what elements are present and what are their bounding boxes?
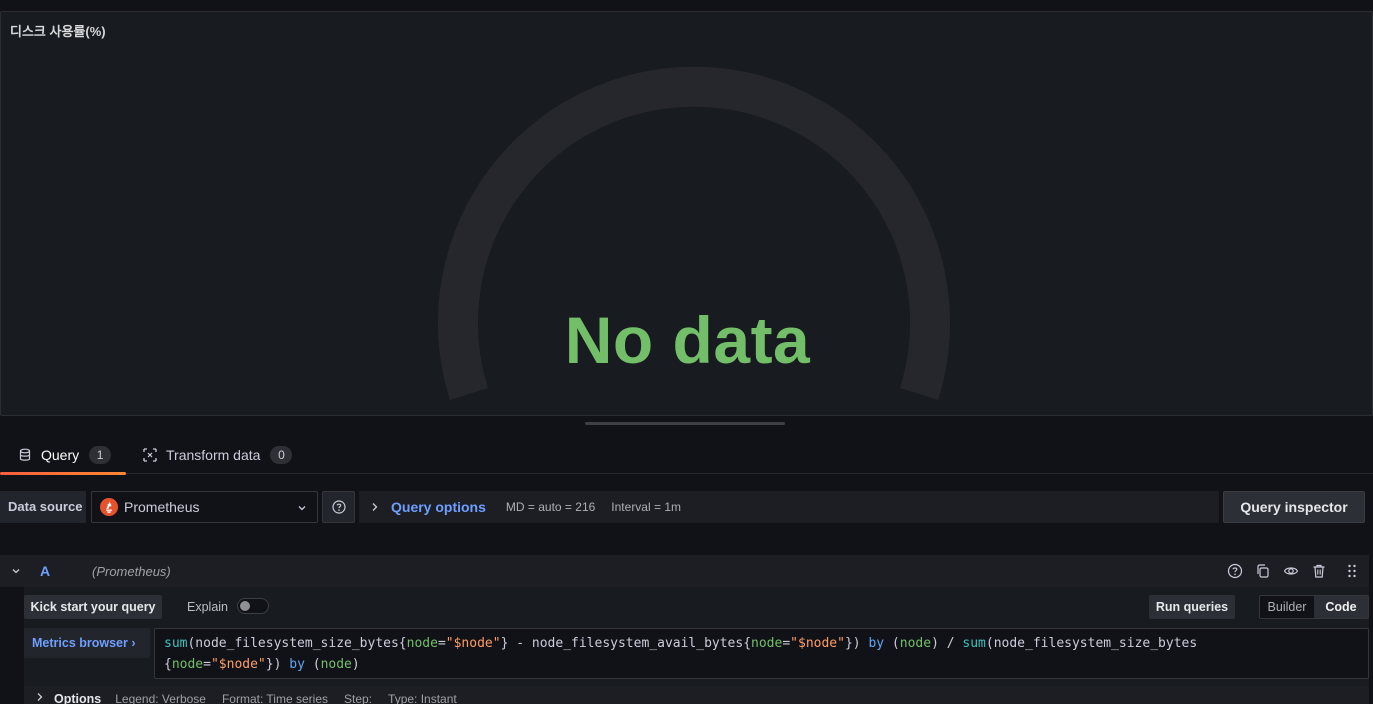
tab-query-label: Query <box>41 447 80 463</box>
query-datasource-name: (Prometheus) <box>92 563 171 579</box>
panel-editor: 디스크 사용률(%) No data Query 1 Transform dat… <box>0 0 1373 704</box>
trash-icon[interactable] <box>1311 563 1327 579</box>
tab-transform-count: 0 <box>270 446 293 464</box>
code-mode-button[interactable]: Code <box>1314 596 1368 618</box>
drag-handle-icon[interactable] <box>1344 563 1360 579</box>
query-ref-id[interactable]: A <box>40 563 50 579</box>
prometheus-logo-icon <box>100 498 118 516</box>
no-data-message: No data <box>564 303 811 377</box>
query-options-interval: Interval = 1m <box>611 500 681 514</box>
query-options-toggle[interactable]: Query options MD = auto = 216 Interval =… <box>359 491 1219 523</box>
explain-label: Explain <box>187 600 228 614</box>
eye-icon[interactable] <box>1283 563 1299 579</box>
metrics-browser-button[interactable]: Metrics browser › <box>24 628 150 658</box>
editor-mode-toggle: Builder Code <box>1259 595 1369 619</box>
options-format: Format: Time series <box>221 692 328 704</box>
help-circle-icon <box>331 500 346 514</box>
chevron-down-icon <box>298 506 306 511</box>
run-queries-button[interactable]: Run queries <box>1149 595 1235 619</box>
promql-query-input[interactable]: sum(node_filesystem_size_bytes{node="$no… <box>154 628 1369 679</box>
explain-toggle[interactable] <box>237 598 269 614</box>
gauge-panel: 디스크 사용률(%) No data <box>0 11 1373 416</box>
datasource-selected: Prometheus <box>124 499 200 515</box>
datasource-help-button[interactable] <box>322 491 355 523</box>
datasource-picker[interactable]: Prometheus <box>91 491 318 523</box>
pane-resize-handle[interactable] <box>585 422 785 425</box>
options-legend: Legend: Verbose <box>115 692 206 704</box>
options-step: Step: <box>344 692 373 704</box>
tab-query-count: 1 <box>89 446 112 464</box>
database-icon <box>19 448 31 461</box>
transform-icon <box>143 448 157 462</box>
editor-tabs: Query 1 Transform data 0 <box>0 436 1373 475</box>
kick-start-query-button[interactable]: Kick start your query <box>24 595 162 619</box>
help-circle-icon[interactable] <box>1227 563 1243 579</box>
chevron-right-icon <box>372 503 378 511</box>
tab-query[interactable]: Query 1 <box>0 436 126 475</box>
query-row-header[interactable]: A (Prometheus) <box>0 555 1369 587</box>
chevron-right-icon <box>37 693 43 701</box>
query-inspector-button[interactable]: Query inspector <box>1223 491 1365 523</box>
datasource-label: Data source <box>0 491 86 523</box>
query-options-title: Query options <box>391 499 486 515</box>
collapse-chevron-icon[interactable] <box>11 566 21 576</box>
tab-transform-data[interactable]: Transform data 0 <box>143 436 293 474</box>
tab-transform-label: Transform data <box>166 447 261 463</box>
builder-mode-button[interactable]: Builder <box>1260 596 1314 618</box>
options-type: Type: Instant <box>388 692 457 704</box>
duplicate-icon[interactable] <box>1255 563 1271 579</box>
query-options-row[interactable]: Options Legend: Verbose Format: Time ser… <box>24 686 1369 704</box>
query-options-md: MD = auto = 216 <box>505 500 596 514</box>
options-title: Options <box>54 692 102 704</box>
